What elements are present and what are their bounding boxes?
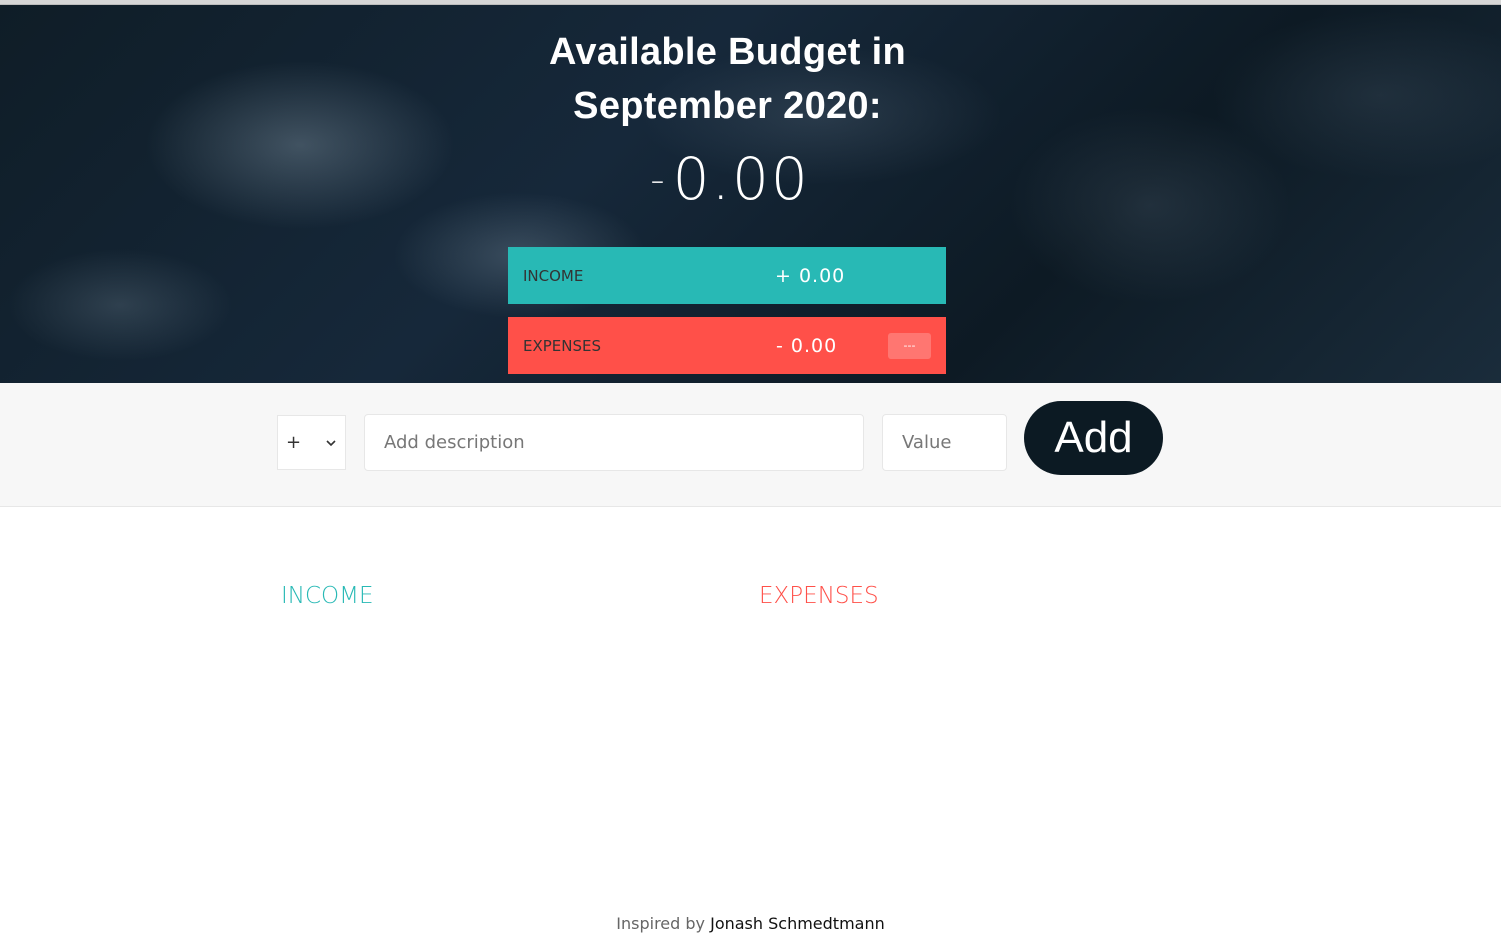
value-input[interactable]	[882, 414, 1007, 471]
chevron-down-icon	[326, 439, 336, 446]
budget-sign: -	[650, 157, 667, 203]
budget-title: Available Budget in September 2020:	[500, 25, 955, 133]
available-budget-value: -0.00	[600, 145, 860, 213]
income-summary-value: + 0.00	[775, 264, 846, 287]
budget-title-line1: Available Budget in	[549, 31, 906, 73]
type-select[interactable]: +	[277, 415, 346, 470]
description-input[interactable]	[364, 414, 864, 471]
footer-prefix: Inspired by	[616, 914, 711, 933]
income-list-title: INCOME	[281, 583, 374, 609]
budget-amount: 0.00	[672, 145, 810, 213]
footer: Inspired by Jonash Schmedtmann	[0, 914, 1501, 933]
add-button[interactable]: Add	[1024, 401, 1163, 475]
type-select-value: +	[286, 432, 302, 453]
expenses-percentage-badge: ---	[888, 332, 931, 359]
budget-title-line2: September 2020:	[573, 85, 882, 127]
budget-header: Available Budget in September 2020: -0.0…	[0, 5, 1501, 383]
income-summary-label: INCOME	[523, 266, 584, 285]
expenses-summary-label: EXPENSES	[523, 336, 602, 355]
expenses-list-title: EXPENSES	[759, 583, 879, 609]
expenses-summary: EXPENSES - 0.00 ---	[508, 317, 946, 374]
expenses-summary-value: - 0.00	[776, 334, 838, 357]
author-link[interactable]: Jonash Schmedtmann	[710, 914, 885, 933]
income-summary: INCOME + 0.00	[508, 247, 946, 304]
add-item-bar: + Add	[0, 383, 1501, 507]
